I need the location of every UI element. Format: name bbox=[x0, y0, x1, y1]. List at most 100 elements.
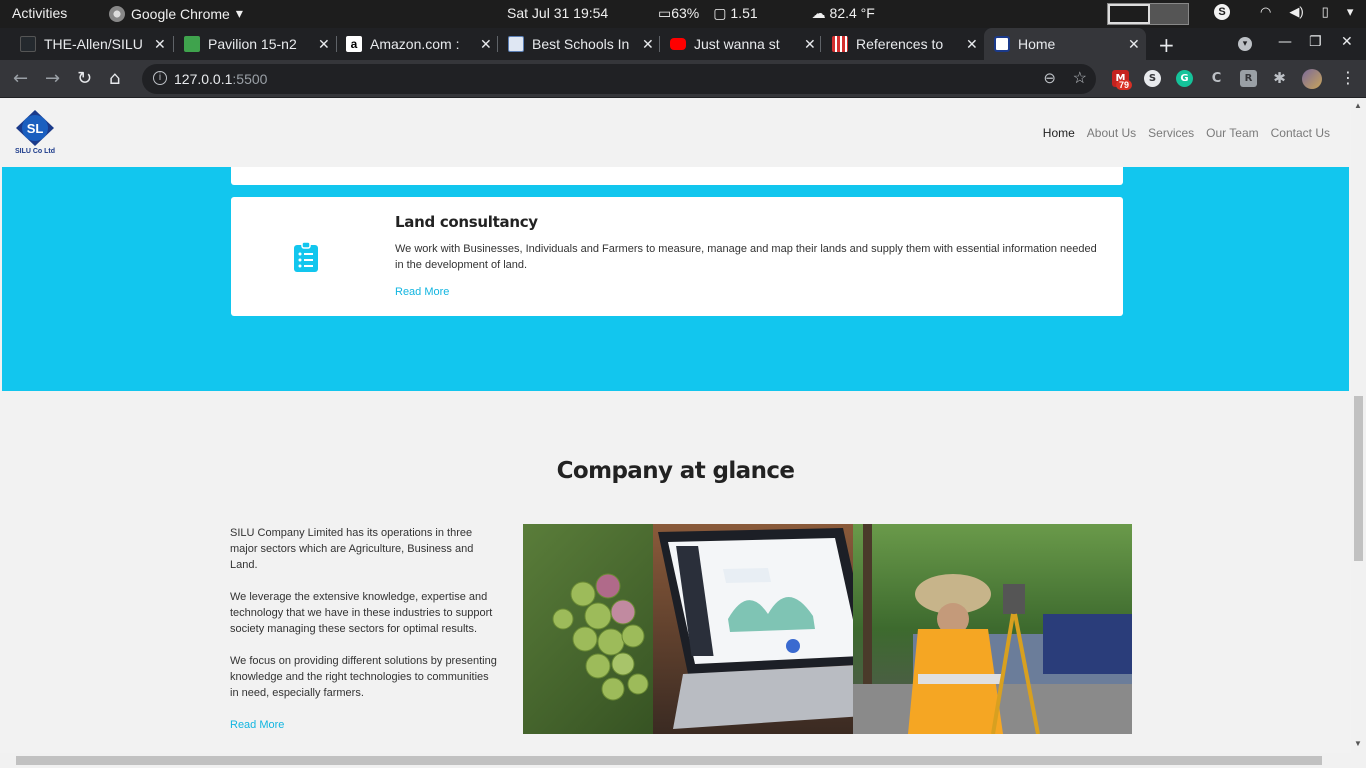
service-description: We work with Businesses, Individuals and… bbox=[395, 243, 1097, 271]
close-icon[interactable]: ✕ bbox=[642, 36, 654, 53]
nav-home[interactable]: Home bbox=[1043, 126, 1075, 140]
back-icon[interactable]: ← bbox=[13, 68, 28, 89]
puzzle-icon[interactable]: ✱ bbox=[1271, 70, 1288, 87]
info-icon[interactable]: i bbox=[153, 71, 167, 85]
battery-icon: ▭ bbox=[658, 5, 672, 21]
bookmark-star-icon[interactable]: ☆ bbox=[1073, 68, 1087, 88]
logo-icon: SL bbox=[16, 110, 54, 146]
chevron-down-icon[interactable]: ▾ bbox=[1347, 4, 1354, 20]
services-section: Land consultancy We work with Businesses… bbox=[2, 167, 1349, 391]
kebab-menu-icon[interactable]: ⋮ bbox=[1340, 68, 1356, 87]
new-tab-button[interactable]: + bbox=[1158, 33, 1175, 57]
scroll-up-icon[interactable]: ▲ bbox=[1354, 101, 1362, 110]
wifi-icon[interactable]: ◠ bbox=[1260, 4, 1271, 20]
skype-icon[interactable]: S bbox=[1214, 4, 1230, 20]
scroll-down-icon[interactable]: ▼ bbox=[1354, 739, 1362, 748]
school-icon bbox=[508, 36, 524, 52]
tab-4[interactable]: Best Schools In ✕ bbox=[508, 28, 660, 60]
tab-1[interactable]: THE-Allen/SILU ✕ bbox=[20, 28, 172, 60]
clock[interactable]: Sat Jul 31 19:54 bbox=[507, 5, 608, 21]
previous-service-card bbox=[231, 167, 1123, 185]
system-status: ▭63% ▢ 1.51 ☁ 82.4 °F bbox=[658, 5, 875, 22]
gmail-badge: 79 bbox=[1116, 80, 1133, 90]
glance-read-more-link[interactable]: Read More bbox=[230, 719, 284, 731]
horizontal-scrollbar[interactable] bbox=[0, 753, 1351, 768]
cloud-icon: ☁ bbox=[811, 5, 826, 21]
zoom-icon[interactable]: ⊖ bbox=[1043, 69, 1056, 87]
browser-toolbar: ← → ↻ ⌂ i 127.0.0.1:5500 ⊖ ☆ M 79 S G C … bbox=[0, 60, 1366, 98]
address-bar[interactable]: i 127.0.0.1:5500 ⊖ ☆ bbox=[142, 64, 1096, 94]
close-icon[interactable]: ✕ bbox=[480, 36, 492, 53]
grammarly-extension-icon[interactable]: G bbox=[1176, 70, 1193, 87]
app-menu[interactable]: Google Chrome ▾ bbox=[109, 5, 243, 22]
close-window-button[interactable]: ✕ bbox=[1341, 34, 1353, 50]
close-icon[interactable]: ✕ bbox=[318, 36, 330, 53]
vertical-scrollbar[interactable]: ▲ ▼ bbox=[1351, 99, 1366, 768]
amazon-icon: a bbox=[346, 36, 362, 52]
battery-status-icon[interactable]: ▯ bbox=[1322, 4, 1329, 20]
github-icon bbox=[20, 36, 36, 52]
logo-text: SILU Co Ltd bbox=[14, 148, 56, 155]
app-name: Google Chrome bbox=[131, 5, 230, 22]
tab-5[interactable]: Just wanna st ✕ bbox=[670, 28, 822, 60]
workspace-switcher[interactable] bbox=[1107, 3, 1189, 25]
nav-services[interactable]: Services bbox=[1148, 126, 1194, 140]
vertical-scroll-thumb[interactable] bbox=[1354, 396, 1363, 561]
nav-contact-us[interactable]: Contact Us bbox=[1271, 126, 1330, 140]
activities-button[interactable]: Activities bbox=[12, 5, 67, 21]
avatar[interactable] bbox=[1302, 69, 1322, 89]
sheets-icon bbox=[184, 36, 200, 52]
site-logo[interactable]: SL SILU Co Ltd bbox=[12, 108, 58, 157]
system-tray: S ◠ ◀) ▯ ▾ bbox=[1214, 4, 1353, 20]
nav-our-team[interactable]: Our Team bbox=[1206, 126, 1258, 140]
glance-paragraph-1: SILU Company Limited has its operations … bbox=[230, 527, 474, 571]
glance-text: SILU Company Limited has its operations … bbox=[230, 525, 500, 733]
glance-title: Company at glance bbox=[556, 458, 795, 484]
nav-about-us[interactable]: About Us bbox=[1087, 126, 1136, 140]
close-icon[interactable]: ✕ bbox=[804, 36, 816, 53]
skype-extension-icon[interactable]: S bbox=[1144, 70, 1161, 87]
monitor-icon: ▢ bbox=[713, 5, 727, 21]
horizontal-scroll-thumb[interactable] bbox=[16, 756, 1322, 765]
weather-indicator: ☁ 82.4 °F bbox=[811, 5, 875, 21]
system-top-bar: Activities Google Chrome ▾ Sat Jul 31 19… bbox=[0, 0, 1366, 28]
minimize-button[interactable]: — bbox=[1278, 34, 1292, 50]
tab-search-icon[interactable]: ▾ bbox=[1238, 37, 1252, 51]
references-icon bbox=[832, 36, 848, 52]
maximize-button[interactable]: ❐ bbox=[1309, 34, 1322, 50]
close-icon[interactable]: ✕ bbox=[1128, 36, 1140, 53]
tab-6[interactable]: References to ✕ bbox=[832, 28, 984, 60]
svg-text:SL: SL bbox=[27, 121, 44, 136]
site-header: SL SILU Co Ltd Home About Us Services Ou… bbox=[0, 99, 1351, 167]
clipboard-list-icon bbox=[294, 242, 318, 272]
home-icon[interactable]: ⌂ bbox=[109, 68, 120, 89]
service-title: Land consultancy bbox=[395, 213, 538, 231]
workspace-1[interactable] bbox=[1108, 4, 1150, 24]
battery-indicator: ▭63% bbox=[658, 5, 700, 21]
tab-strip: THE-Allen/SILU ✕ Pavilion 15-n2 ✕ a Amaz… bbox=[0, 28, 1366, 60]
reader-extension-icon[interactable]: R bbox=[1240, 70, 1257, 87]
load-indicator: ▢ 1.51 bbox=[713, 5, 758, 21]
main-nav: Home About Us Services Our Team Contact … bbox=[1043, 126, 1330, 140]
coupon-extension-icon[interactable]: C bbox=[1208, 70, 1225, 87]
service-read-more-link[interactable]: Read More bbox=[395, 286, 449, 298]
tab-3[interactable]: a Amazon.com : ✕ bbox=[346, 28, 498, 60]
forward-icon[interactable]: → bbox=[45, 68, 60, 89]
url-text[interactable]: 127.0.0.1:5500 bbox=[174, 71, 267, 87]
youtube-icon bbox=[670, 38, 686, 50]
chevron-down-icon: ▾ bbox=[235, 5, 243, 21]
workspace-2[interactable] bbox=[1150, 4, 1188, 24]
volume-icon[interactable]: ◀) bbox=[1289, 4, 1303, 20]
tab-7-active[interactable]: Home ✕ bbox=[984, 28, 1146, 60]
tab-2[interactable]: Pavilion 15-n2 ✕ bbox=[184, 28, 336, 60]
silu-favicon-icon bbox=[994, 36, 1010, 52]
chrome-icon bbox=[109, 5, 125, 22]
web-page: SL SILU Co Ltd Home About Us Services Ou… bbox=[0, 99, 1366, 768]
service-card-land-consultancy: Land consultancy We work with Businesses… bbox=[231, 197, 1123, 316]
glance-paragraph-3: We focus on providing different solution… bbox=[230, 655, 497, 699]
close-icon[interactable]: ✕ bbox=[966, 36, 978, 53]
company-collage-image bbox=[523, 524, 1132, 734]
reload-icon[interactable]: ↻ bbox=[77, 68, 92, 89]
close-icon[interactable]: ✕ bbox=[154, 36, 166, 53]
glance-paragraph-2: We leverage the extensive knowledge, exp… bbox=[230, 591, 493, 635]
